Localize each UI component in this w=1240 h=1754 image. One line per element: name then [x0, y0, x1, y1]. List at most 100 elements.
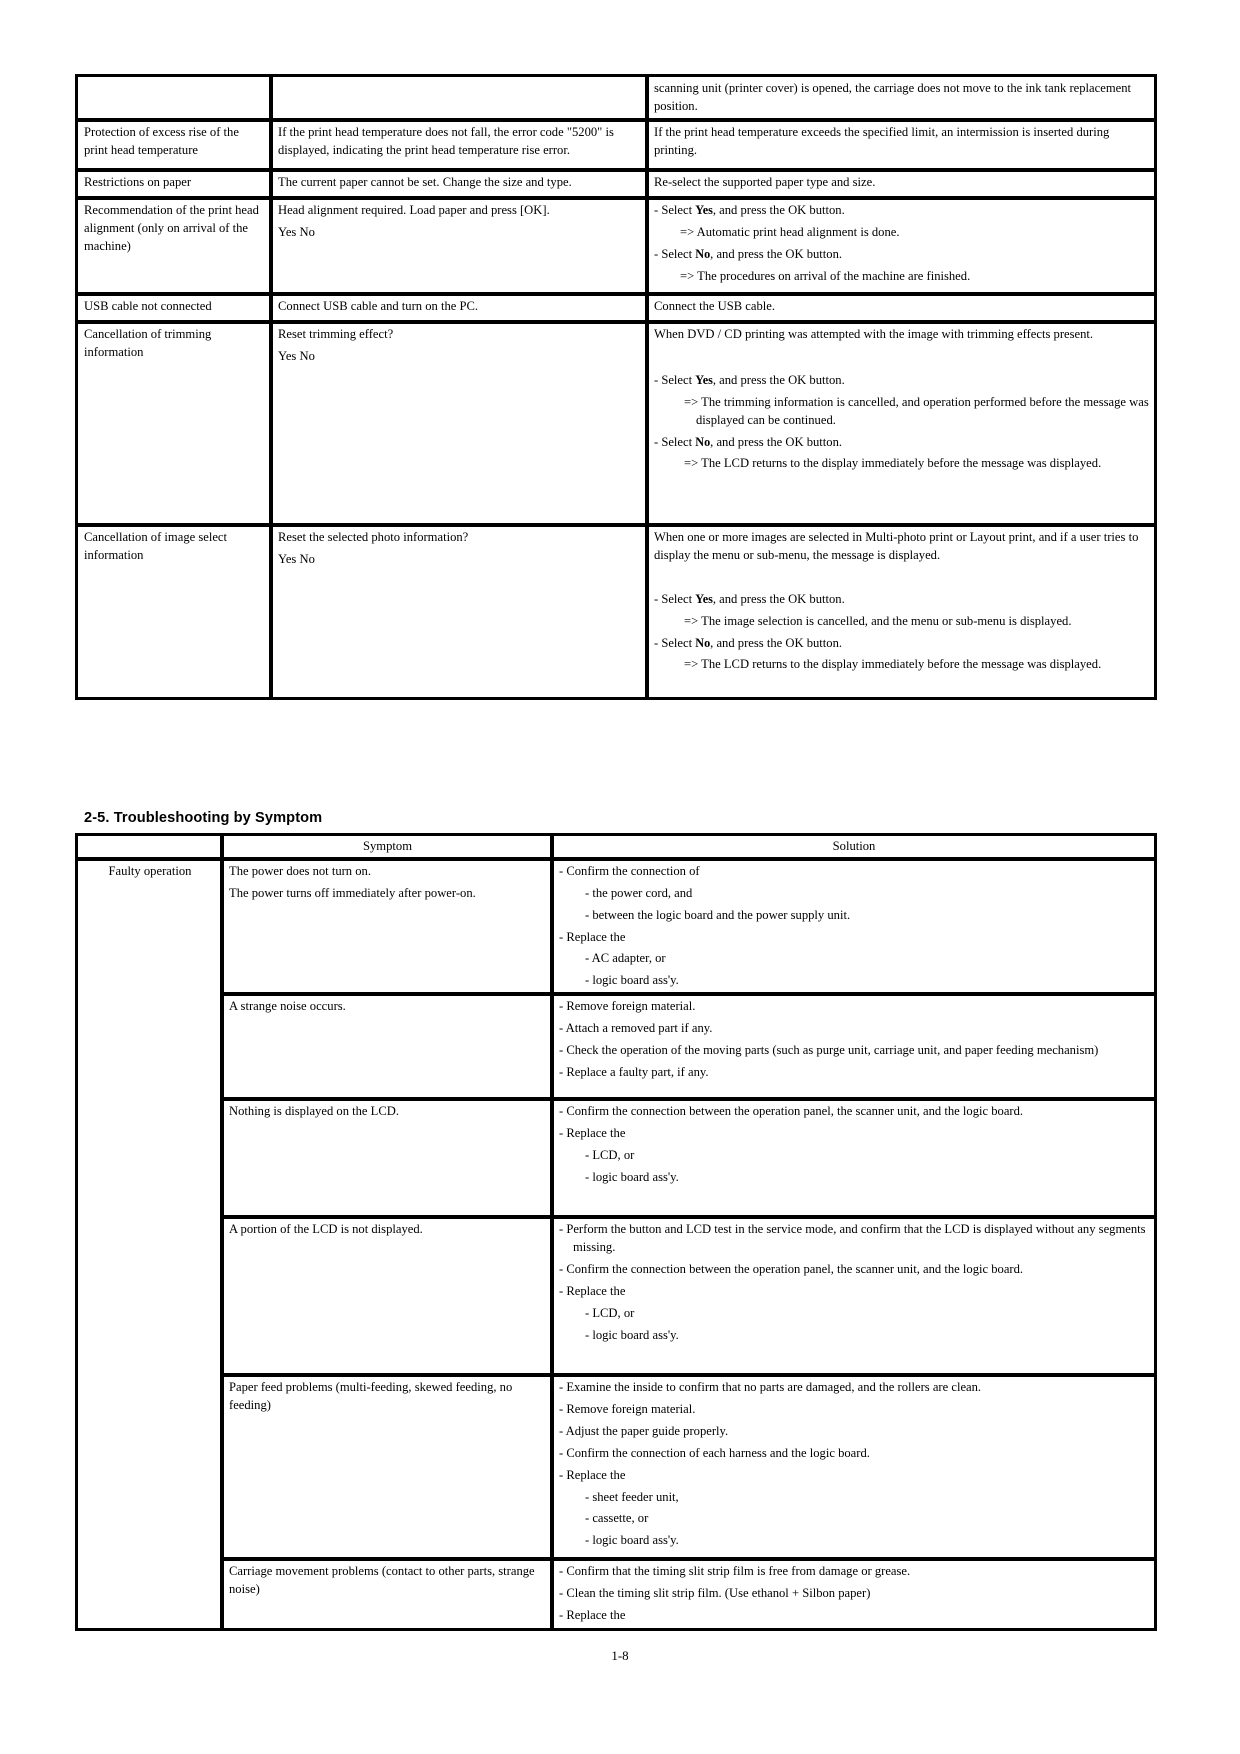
message-text: Connect USB cable and turn on the PC.	[278, 299, 479, 313]
solution-line: - logic board ass'y.	[585, 1533, 679, 1548]
line-tail: , and press the OK button.	[712, 372, 845, 387]
solution-line: - Check the operation of the moving part…	[559, 1042, 1099, 1057]
solution-line: - Perform the button and LCD test in the…	[559, 1222, 1146, 1254]
solution-cell: - Perform the button and LCD test in the…	[550, 1215, 1157, 1378]
solution-line: - logic board ass'y.	[585, 1169, 679, 1184]
symptom-cell: A strange noise occurs.	[220, 992, 554, 1102]
description-cell: If the print head temperature exceeds th…	[645, 118, 1157, 172]
solution-line: - Confirm the connection between the ope…	[559, 1104, 1024, 1119]
solution-line: - Replace a faulty part, if any.	[559, 1064, 709, 1079]
line-bold: No	[695, 246, 711, 261]
solution-line: => The image selection is cancelled, and…	[684, 613, 1072, 628]
category-cell: Faulty operation	[75, 856, 224, 1632]
item-text: Cancellation of image select information	[84, 530, 228, 562]
description-cell: - Select Yes, and press the OK button. =…	[645, 196, 1157, 296]
item-cell: Cancellation of image select information	[75, 523, 273, 700]
item-cell: USB cable not connected	[75, 292, 273, 324]
solution-line: - Remove foreign material.	[559, 1402, 696, 1416]
solution-line: => Automatic print head alignment is don…	[680, 224, 900, 239]
error-message-table: scanning unit (printer cover) is opened,…	[75, 74, 1157, 700]
solution-line: - Select No, and press the OK button.	[654, 246, 1149, 264]
table-row: A strange noise occurs. - Remove foreign…	[77, 992, 1157, 1102]
symptom-text: Carriage movement problems (contact to o…	[229, 1564, 535, 1596]
symptom-cell: Nothing is displayed on the LCD.	[220, 1097, 554, 1220]
solution-line: - Confirm the connection of	[559, 863, 700, 878]
description-cell: Connect the USB cable.	[645, 292, 1157, 324]
solution-line: - Select Yes, and press the OK button.	[654, 591, 1149, 609]
line-tail: , and press the OK button.	[712, 203, 845, 217]
line-bold: No	[695, 434, 711, 449]
solution-line: - Replace the	[559, 1607, 626, 1622]
solution-line: - Replace the	[559, 1126, 626, 1140]
line-bold: Yes	[695, 591, 713, 606]
solution-line: - Select No, and press the OK button.	[654, 635, 1149, 653]
message-options: Yes No	[278, 348, 315, 363]
document-page: scanning unit (printer cover) is opened,…	[0, 0, 1240, 1754]
solution-line: => The LCD returns to the display immedi…	[684, 657, 1102, 672]
line-lead: - Select	[654, 635, 696, 650]
item-text: Cancellation of trimming information	[84, 327, 212, 359]
symptom-text: A strange noise occurs.	[229, 999, 346, 1014]
table-row: Faulty operation The power does not turn…	[75, 856, 1157, 1632]
solution-line: - Select Yes, and press the OK button.	[654, 202, 1149, 220]
item-cell: Recommendation of the print head alignme…	[75, 196, 273, 296]
line-bold: No	[695, 635, 711, 650]
troubleshooting-table: Symptom Solution Faulty operation The po…	[75, 833, 1157, 1632]
solution-line: - Examine the inside to confirm that no …	[559, 1380, 982, 1395]
description-cell: Re-select the supported paper type and s…	[645, 168, 1157, 200]
line-tail: , and press the OK button.	[710, 246, 843, 261]
symptom-text: Paper feed problems (multi-feeding, skew…	[229, 1380, 513, 1412]
message-cell: Head alignment required. Load paper and …	[269, 196, 649, 296]
line-lead: - Select	[654, 591, 696, 606]
description-text: scanning unit (printer cover) is opened,…	[654, 81, 1131, 113]
line-lead: - Select	[654, 372, 696, 387]
table-row: Nothing is displayed on the LCD. - Confi…	[77, 1097, 1157, 1220]
symptom-cell: Paper feed problems (multi-feeding, skew…	[220, 1373, 554, 1562]
item-cell: Restrictions on paper	[75, 168, 273, 200]
table-row: scanning unit (printer cover) is opened,…	[75, 74, 1157, 122]
table-row: USB cable not connected Connect USB cabl…	[75, 292, 1157, 324]
description-text: Re-select the supported paper type and s…	[654, 175, 876, 189]
symptom-text: The power does not turn on.	[229, 863, 371, 878]
message-cell: Reset the selected photo information? Ye…	[269, 523, 649, 700]
table-row: Cancellation of image select information…	[75, 523, 1157, 700]
message-cell: If the print head temperature does not f…	[269, 118, 649, 172]
table-row: A portion of the LCD is not displayed. -…	[77, 1215, 1157, 1378]
section-heading: 2-5. Troubleshooting by Symptom	[84, 810, 323, 826]
table-row: Restrictions on paper The current paper …	[75, 168, 1157, 200]
message-cell	[269, 74, 649, 122]
message-text: Reset the selected photo information?	[278, 530, 469, 544]
item-text: Restrictions on paper	[84, 175, 192, 189]
solution-line: - Replace the	[559, 929, 626, 944]
solution-line: - Confirm the connection between the ope…	[559, 1261, 1024, 1276]
message-text: Head alignment required. Load paper and …	[278, 203, 550, 217]
solution-cell: - Remove foreign material. - Attach a re…	[550, 992, 1157, 1102]
solution-line: - logic board ass'y.	[585, 1327, 679, 1342]
message-cell: The current paper cannot be set. Change …	[269, 168, 649, 200]
symptom-text: A portion of the LCD is not displayed.	[229, 1222, 423, 1237]
description-cell: When one or more images are selected in …	[645, 523, 1157, 700]
solution-line: => The LCD returns to the display immedi…	[684, 456, 1102, 471]
solution-line: - LCD, or	[585, 1305, 635, 1320]
solution-intro: When DVD / CD printing was attempted wit…	[654, 327, 1094, 341]
line-lead: - Select	[654, 246, 696, 261]
solution-line: - LCD, or	[585, 1147, 635, 1162]
line-tail: , and press the OK button.	[710, 434, 843, 449]
message-text: If the print head temperature does not f…	[278, 125, 614, 157]
item-text: Recommendation of the print head alignme…	[84, 203, 259, 253]
message-options: Yes No	[278, 551, 315, 566]
line-tail: , and press the OK button.	[712, 591, 845, 606]
message-cell: Reset trimming effect? Yes No	[269, 320, 649, 527]
symptom-text: The power turns off immediately after po…	[229, 885, 476, 900]
solution-line: - cassette, or	[585, 1511, 649, 1526]
solution-line: - Select No, and press the OK button.	[654, 434, 1149, 452]
item-cell	[75, 74, 273, 122]
solution-cell: - Confirm the connection between the ope…	[550, 1097, 1157, 1220]
solution-line: - sheet feeder unit,	[585, 1489, 679, 1504]
table-header-row: Symptom Solution	[75, 833, 1157, 861]
category-label: Faulty operation	[108, 863, 192, 878]
symptom-text: Nothing is displayed on the LCD.	[229, 1104, 400, 1119]
item-cell: Protection of excess rise of the print h…	[75, 118, 273, 172]
item-cell: Cancellation of trimming information	[75, 320, 273, 527]
line-bold: Yes	[695, 372, 713, 387]
